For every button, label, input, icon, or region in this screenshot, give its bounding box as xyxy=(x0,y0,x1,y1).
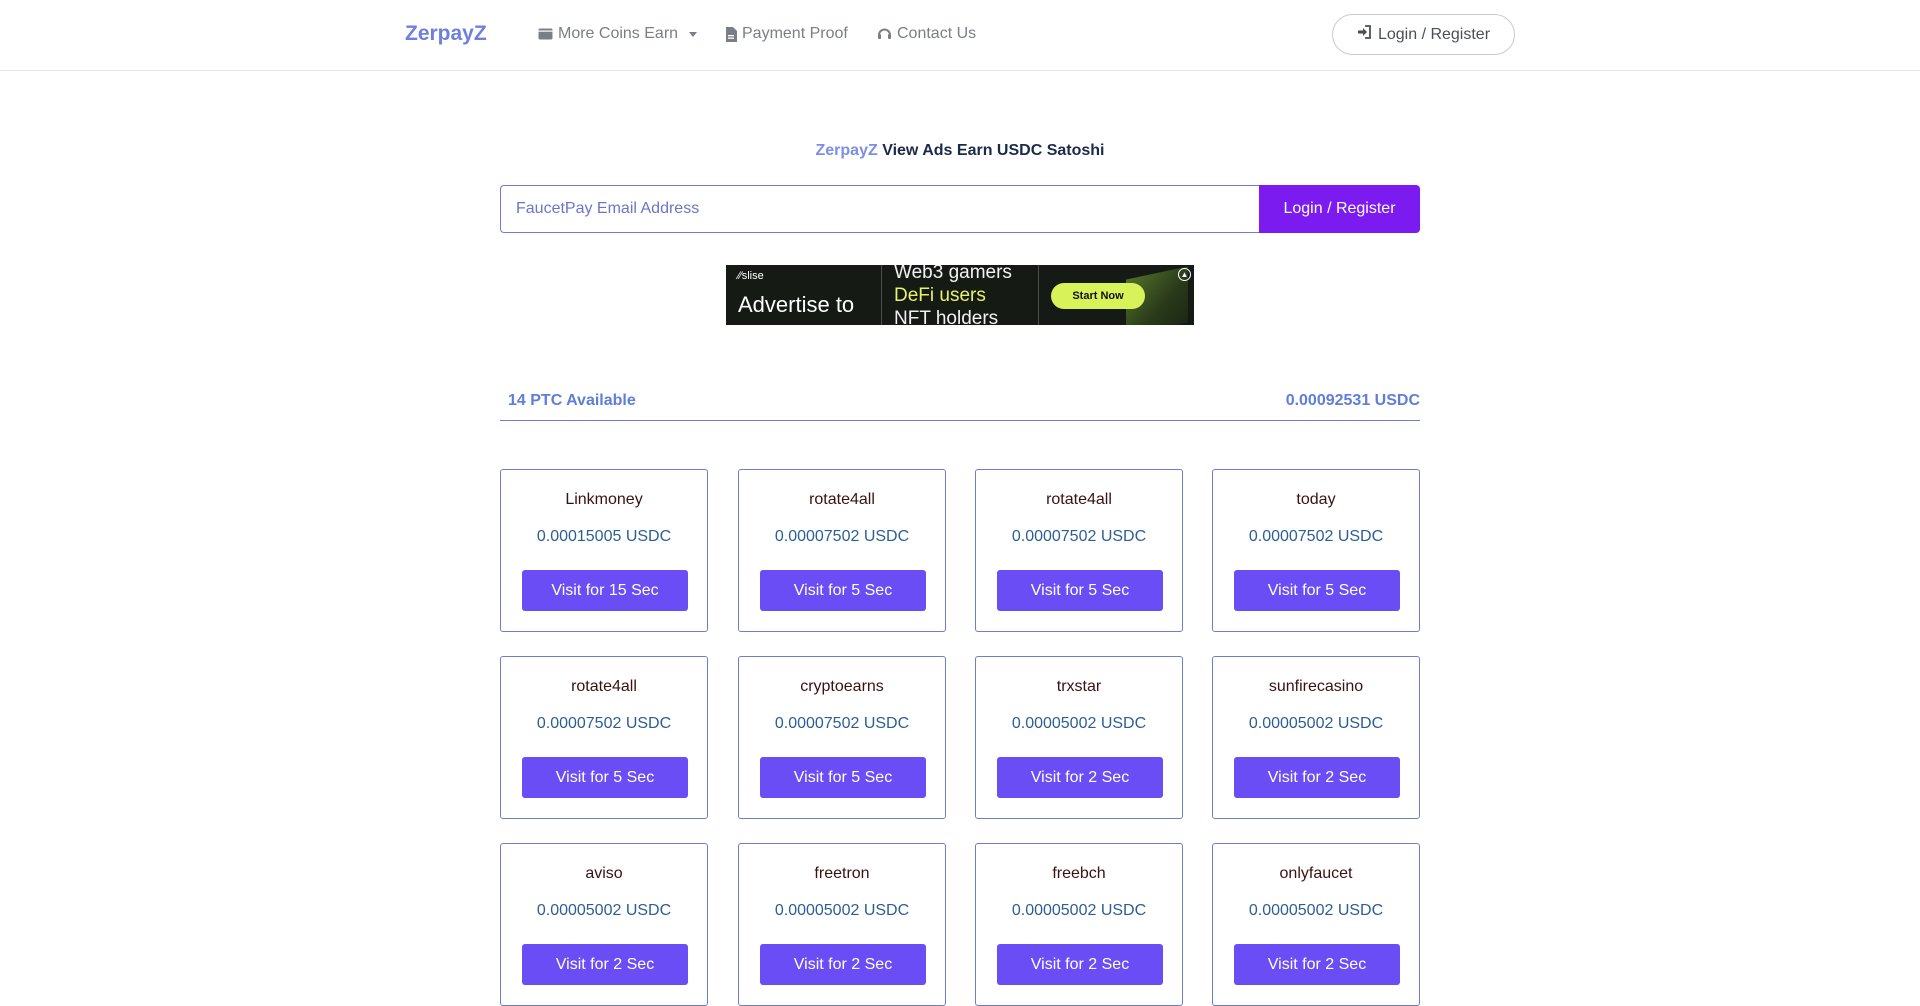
ptc-visit-button[interactable]: Visit for 15 Sec xyxy=(522,570,688,611)
ptc-card-name: onlyfaucet xyxy=(1279,865,1353,882)
ptc-visit-button[interactable]: Visit for 2 Sec xyxy=(1234,757,1400,798)
ptc-total-reward: 0.00092531 USDC xyxy=(1285,392,1420,409)
nav-payment-proof[interactable]: Payment Proof xyxy=(725,25,848,43)
page-title: ZerpayZ View Ads Earn USDC Satoshi xyxy=(0,142,1920,160)
ptc-card-reward: 0.00005002 USDC xyxy=(536,902,672,919)
ptc-visit-button[interactable]: Visit for 5 Sec xyxy=(997,570,1163,611)
ad-divider xyxy=(1038,265,1039,325)
title-brand: ZerpayZ xyxy=(815,142,878,159)
ptc-visit-button[interactable]: Visit for 5 Sec xyxy=(522,757,688,798)
ptc-card-reward: 0.00005002 USDC xyxy=(1011,715,1147,732)
ptc-card: today 0.00007502 USDC Visit for 5 Sec xyxy=(1212,469,1420,632)
ptc-card-reward: 0.00015005 USDC xyxy=(536,528,672,545)
wallet-icon xyxy=(538,27,553,41)
ptc-card-name: trxstar xyxy=(1056,678,1102,695)
nav-more-coins-dropdown[interactable]: More Coins Earn xyxy=(538,25,698,43)
ptc-card: rotate4all 0.00007502 USDC Visit for 5 S… xyxy=(975,469,1183,632)
ptc-visit-button[interactable]: Visit for 5 Sec xyxy=(760,570,926,611)
ptc-visit-button[interactable]: Visit for 2 Sec xyxy=(997,757,1163,798)
ptc-visit-button[interactable]: Visit for 2 Sec xyxy=(522,944,688,985)
ptc-card-name: Linkmoney xyxy=(565,491,643,508)
ptc-card-name: today xyxy=(1296,491,1336,508)
nav-contact-us[interactable]: Contact Us xyxy=(877,25,976,43)
ptc-stats-bar: 14 PTC Available 0.00092531 USDC xyxy=(500,390,1420,421)
sign-in-icon xyxy=(1357,25,1372,44)
ptc-visit-button[interactable]: Visit for 2 Sec xyxy=(997,944,1163,985)
ptc-card-name: rotate4all xyxy=(809,491,875,508)
ptc-card: Linkmoney 0.00015005 USDC Visit for 15 S… xyxy=(500,469,708,632)
ad-rotating-lines: Web3 gamers DeFi users NFT holders xyxy=(894,265,1012,325)
ad-divider xyxy=(881,265,882,325)
ad-line: DeFi users xyxy=(894,285,986,306)
ptc-card: aviso 0.00005002 USDC Visit for 2 Sec xyxy=(500,843,708,1006)
ptc-card-name: freebch xyxy=(1052,865,1106,882)
ptc-card-reward: 0.00007502 USDC xyxy=(774,715,910,732)
ptc-card-reward: 0.00005002 USDC xyxy=(774,902,910,919)
login-form: Login / Register xyxy=(500,185,1420,233)
ptc-card: cryptoearns 0.00007502 USDC Visit for 5 … xyxy=(738,656,946,819)
ptc-card: freebch 0.00005002 USDC Visit for 2 Sec xyxy=(975,843,1183,1006)
ptc-card: freetron 0.00005002 USDC Visit for 2 Sec xyxy=(738,843,946,1006)
ptc-card-reward: 0.00005002 USDC xyxy=(1248,715,1384,732)
ptc-card: trxstar 0.00005002 USDC Visit for 2 Sec xyxy=(975,656,1183,819)
chevron-down-icon xyxy=(689,31,698,37)
nav-item-label: Contact Us xyxy=(897,25,977,42)
brand-logo[interactable]: ZerpayZ xyxy=(405,22,487,46)
ptc-card-name: sunfirecasino xyxy=(1268,678,1364,695)
email-input[interactable] xyxy=(500,185,1259,233)
ptc-card-name: rotate4all xyxy=(1046,491,1112,508)
ptc-card: sunfirecasino 0.00005002 USDC Visit for … xyxy=(1212,656,1420,819)
title-text: View Ads Earn USDC Satoshi xyxy=(882,142,1105,159)
ptc-visit-button[interactable]: Visit for 5 Sec xyxy=(760,757,926,798)
ptc-card-name: aviso xyxy=(585,865,623,882)
ptc-card-name: freetron xyxy=(814,865,870,882)
nav-login-register-button[interactable]: Login / Register xyxy=(1332,14,1515,55)
ptc-available-count: 14 PTC Available xyxy=(508,392,636,409)
ptc-visit-button[interactable]: Visit for 2 Sec xyxy=(760,944,926,985)
headset-icon xyxy=(877,27,892,41)
ptc-card-name: rotate4all xyxy=(571,678,637,695)
ptc-card-reward: 0.00005002 USDC xyxy=(1011,902,1147,919)
ptc-card-reward: 0.00007502 USDC xyxy=(1011,528,1147,545)
ad-cta-button[interactable]: Start Now xyxy=(1051,283,1145,309)
ptc-card-reward: 0.00005002 USDC xyxy=(1248,902,1384,919)
file-icon xyxy=(725,26,737,42)
nav-item-label: Payment Proof xyxy=(742,25,848,42)
ad-headline: Advertise to xyxy=(738,292,855,317)
ptc-card-reward: 0.00007502 USDC xyxy=(536,715,672,732)
ptc-card: onlyfaucet 0.00005002 USDC Visit for 2 S… xyxy=(1212,843,1420,1006)
ad-info-icon[interactable]: ▲ xyxy=(1178,268,1191,281)
ad-logo: ∕∕slise xyxy=(738,270,764,282)
nav-item-label: More Coins Earn xyxy=(558,25,679,42)
ptc-card: rotate4all 0.00007502 USDC Visit for 5 S… xyxy=(500,656,708,819)
ptc-card-reward: 0.00007502 USDC xyxy=(1248,528,1384,545)
ptc-card-reward: 0.00007502 USDC xyxy=(774,528,910,545)
ptc-card-name: cryptoearns xyxy=(800,678,884,695)
ad-line: Web3 gamers xyxy=(894,265,1012,283)
nav-login-label: Login / Register xyxy=(1377,25,1491,43)
ptc-visit-button[interactable]: Visit for 5 Sec xyxy=(1234,570,1400,611)
navbar: ZerpayZ More Coins Earn Payment Proof Co… xyxy=(0,0,1920,71)
ptc-card: rotate4all 0.00007502 USDC Visit for 5 S… xyxy=(738,469,946,632)
ad-banner[interactable]: ∕∕slise Advertise to Web3 gamers DeFi us… xyxy=(726,265,1194,325)
ad-line: NFT holders xyxy=(894,308,999,325)
ptc-visit-button[interactable]: Visit for 2 Sec xyxy=(1234,944,1400,985)
login-register-button[interactable]: Login / Register xyxy=(1259,185,1420,233)
